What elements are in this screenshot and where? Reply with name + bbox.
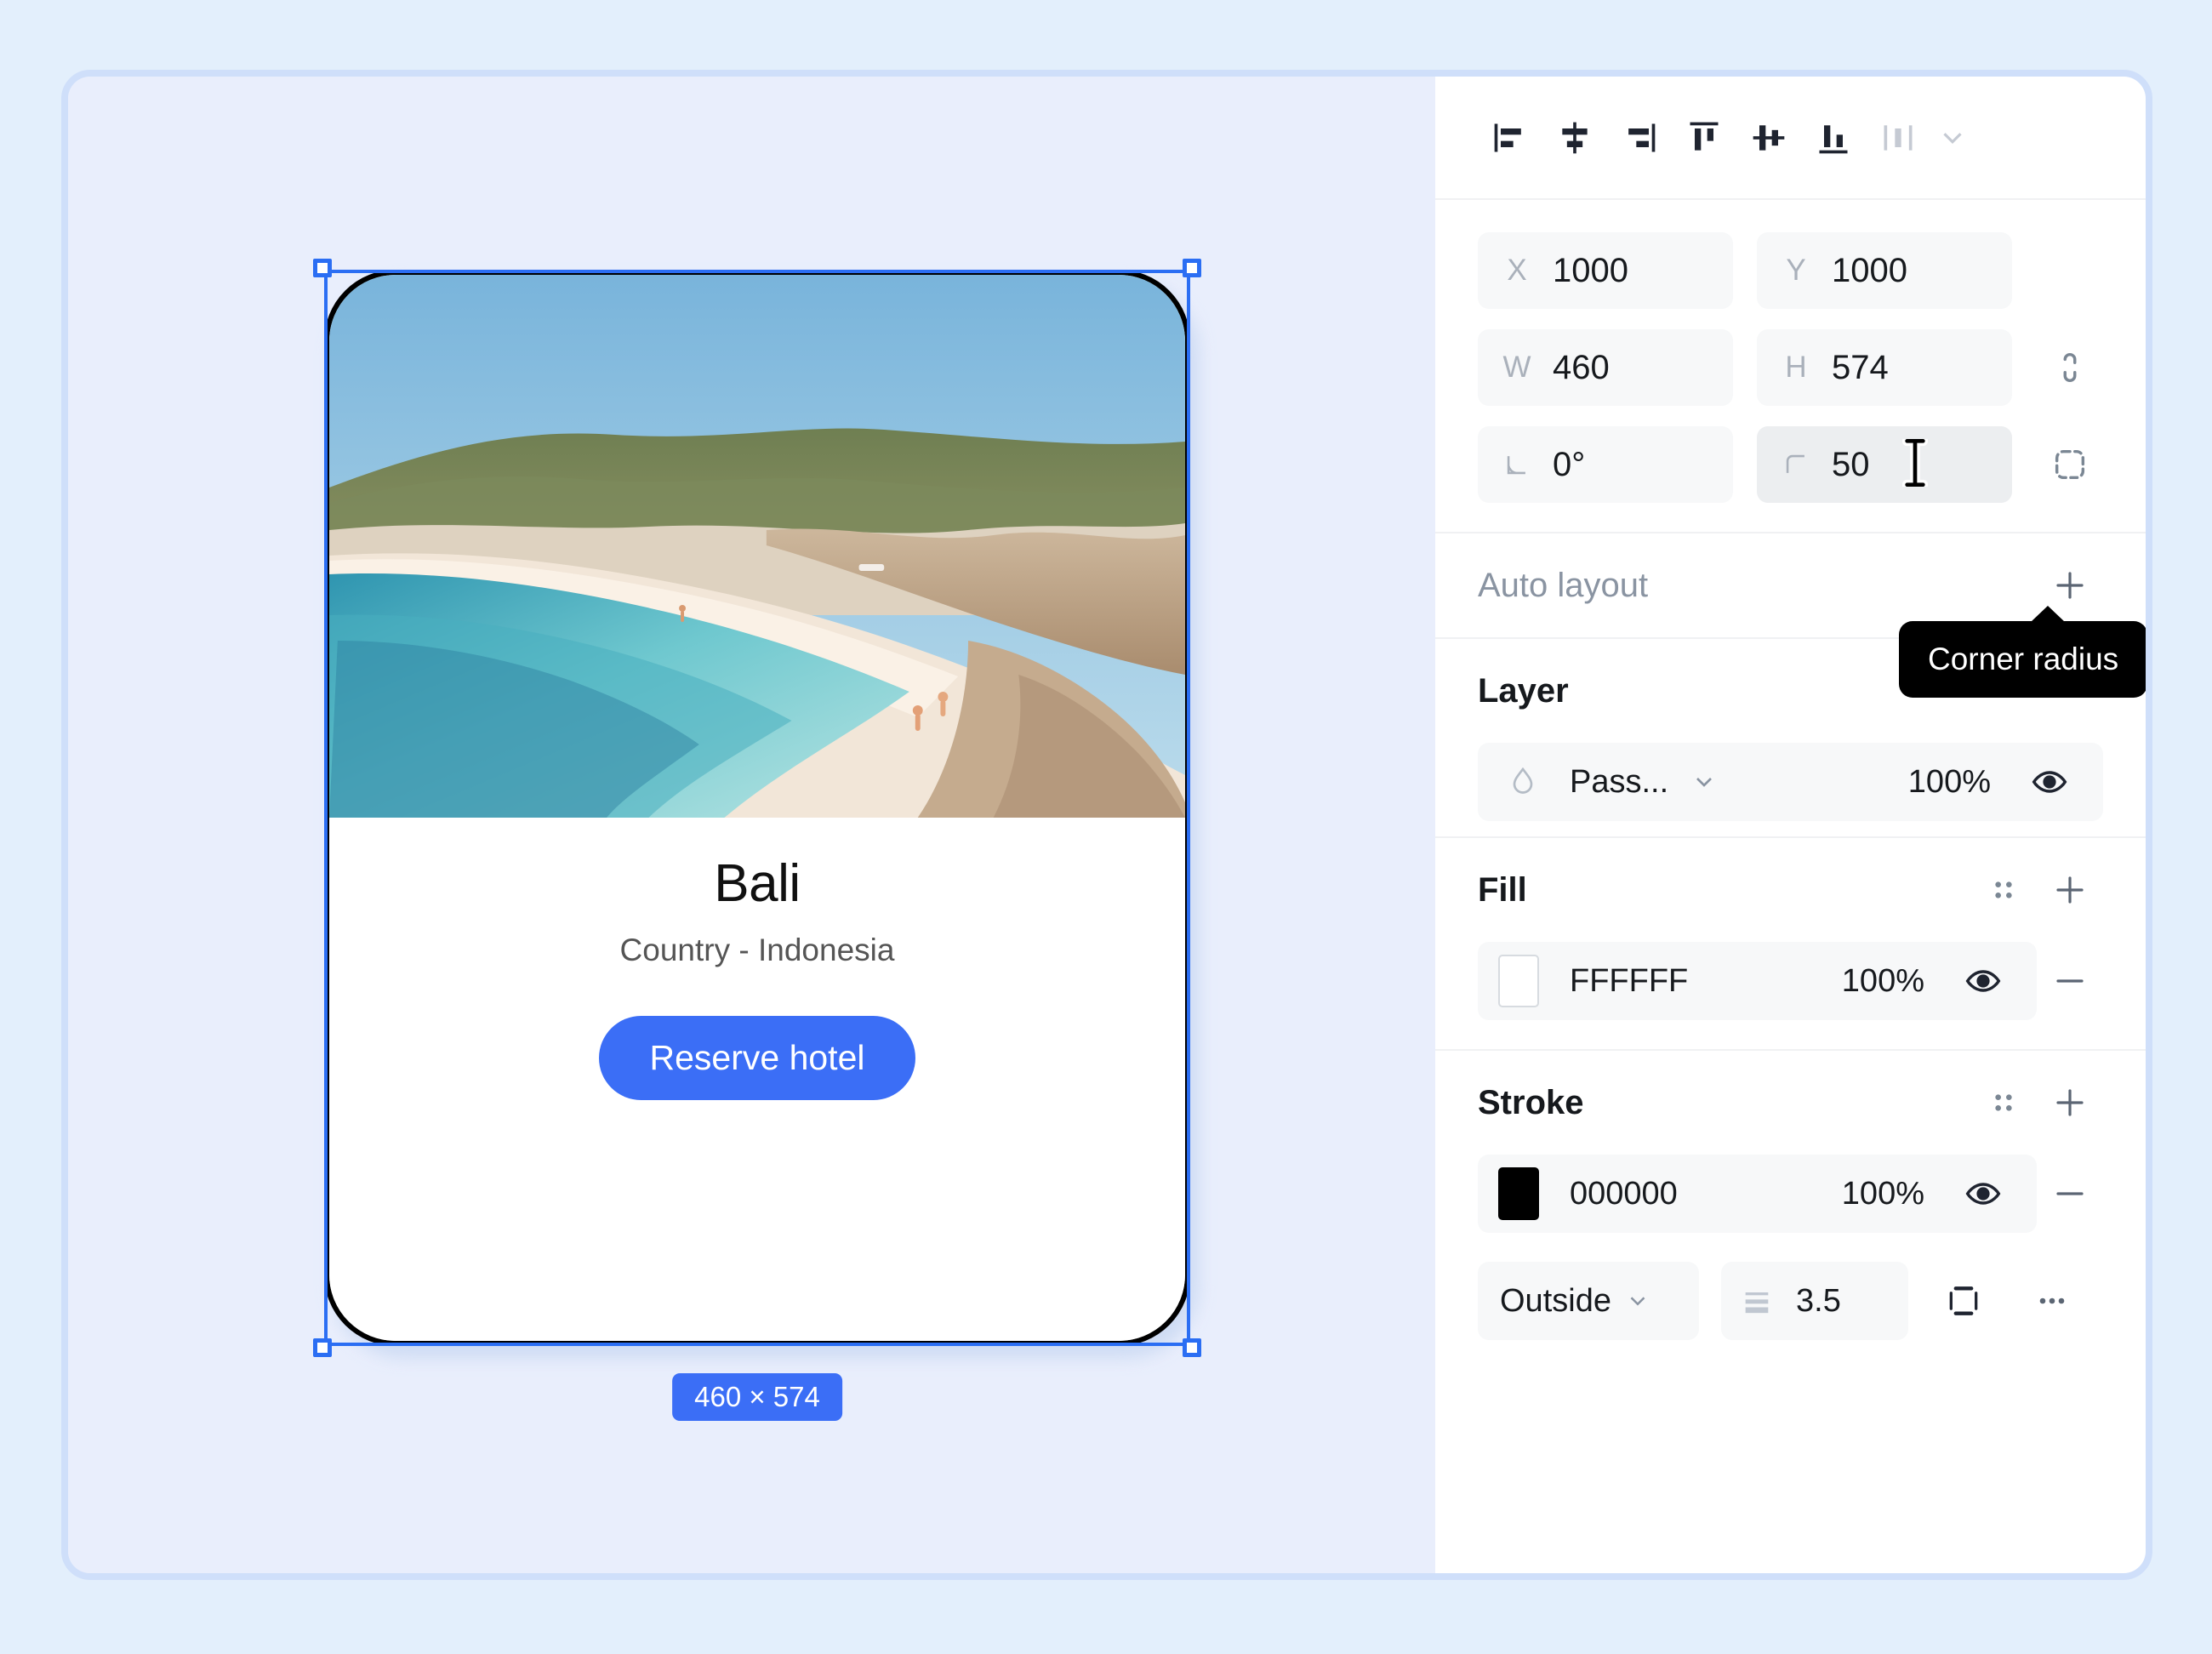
position-row: X 1000 Y 1000 [1478,232,2103,309]
reserve-hotel-button[interactable]: Reserve hotel [598,1016,916,1100]
beach-photo [329,275,1185,818]
stroke-visibility-eye-icon[interactable] [1950,1161,2016,1227]
align-bottom-icon[interactable] [1801,106,1866,170]
blend-mode-value[interactable]: Pass... [1570,764,1668,801]
card-subtitle: Country - Indonesia [619,933,895,967]
stroke-hex-value[interactable]: 000000 [1570,1176,1832,1212]
auto-layout-label: Auto layout [1478,566,1649,604]
text-cursor-icon [1901,436,1928,491]
width-value: 460 [1553,348,1610,386]
stroke-color-row[interactable]: 000000 100% [1478,1155,2037,1233]
fill-hex-value[interactable]: FFFFFF [1570,963,1832,1000]
corner-radius-tooltip: Corner radius [1899,606,2146,698]
align-vertical-center-icon[interactable] [1736,106,1801,170]
distribute-chevron-down-icon[interactable] [1930,106,1975,170]
add-stroke-button[interactable] [2037,1069,2103,1136]
fill-color-swatch[interactable] [1498,955,1539,1007]
destination-card[interactable]: Bali Country - Indonesia Reserve hotel [324,270,1190,1346]
alignment-toolbar [1435,77,2146,198]
dimension-fields: X 1000 Y 1000 W 460 H 574 0° 50 [1435,200,2146,503]
stroke-align-chevron-down-icon [1625,1288,1650,1314]
resize-handle-bottom-right[interactable] [1183,1338,1201,1357]
card-title: Bali [714,854,801,913]
y-position-input[interactable]: Y 1000 [1757,232,2012,309]
stroke-weight-input[interactable]: 3.5 [1721,1262,1908,1340]
fill-visibility-eye-icon[interactable] [1950,948,2016,1014]
width-input[interactable]: W 460 [1478,329,1733,406]
align-horizontal-center-icon[interactable] [1542,106,1607,170]
layer-blend-row: Pass... 100% [1478,743,2103,821]
fill-styles-grid-icon[interactable] [1970,857,2037,923]
x-axis-icon: X [1507,254,1527,287]
lock-aspect-ratio-icon[interactable] [2036,348,2103,387]
x-position-value: 1000 [1553,251,1628,289]
stroke-section-header: Stroke [1435,1051,2146,1155]
size-badge: 460 × 574 [672,1373,842,1421]
fill-title: Fill [1478,870,1527,909]
size-row: W 460 H 574 [1478,329,2103,406]
stroke-align-dropdown[interactable]: Outside [1478,1262,1699,1340]
blend-mode-droplet-icon [1498,765,1548,799]
stroke-weight-value: 3.5 [1796,1282,1841,1319]
corner-radius-icon [1779,450,1813,479]
width-icon: W [1502,351,1531,384]
independent-corners-icon[interactable] [2036,445,2103,484]
stroke-title: Stroke [1478,1083,1584,1121]
x-position-input[interactable]: X 1000 [1478,232,1733,309]
height-icon: H [1785,351,1807,384]
fill-section-header: Fill [1435,838,2146,942]
rotation-input[interactable]: 0° [1478,426,1733,503]
stroke-styles-grid-icon[interactable] [1970,1069,2037,1136]
properties-panel: X 1000 Y 1000 W 460 H 574 0° 50 Corner r… [1435,77,2146,1573]
stroke-controls-row: Outside 3.5 [1435,1262,2146,1340]
stroke-more-options-icon[interactable] [2019,1268,2085,1334]
design-canvas[interactable]: Bali Country - Indonesia Reserve hotel 4… [68,77,1435,1573]
resize-handle-top-left[interactable] [313,259,332,277]
fill-row: FFFFFF 100% [1435,942,2146,1049]
corner-radius-value: 50 [1832,445,1870,483]
stroke-weight-icon [1740,1284,1774,1318]
corner-radius-input[interactable]: 50 [1757,426,2012,503]
blend-mode-chevron-down-icon[interactable] [1690,768,1718,796]
resize-handle-bottom-left[interactable] [313,1338,332,1357]
y-position-value: 1000 [1832,251,1907,289]
rotation-radius-row: 0° 50 [1478,426,2103,503]
rotation-angle-icon [1500,450,1534,479]
rotation-value: 0° [1553,445,1586,483]
fill-opacity-value[interactable]: 100% [1842,963,1924,1000]
resize-handle-top-right[interactable] [1183,259,1201,277]
stroke-align-value: Outside [1500,1282,1611,1319]
card-body: Bali Country - Indonesia Reserve hotel [329,818,1185,1341]
layer-opacity-value[interactable]: 100% [1908,764,1991,801]
selected-card-wrapper[interactable]: Bali Country - Indonesia Reserve hotel 4… [313,259,1201,1421]
align-left-icon[interactable] [1478,106,1542,170]
individual-strokes-icon[interactable] [1930,1268,1997,1334]
stroke-color-swatch[interactable] [1498,1167,1539,1220]
align-top-icon[interactable] [1672,106,1736,170]
layer-visibility-eye-icon[interactable] [2016,749,2083,815]
height-input[interactable]: H 574 [1757,329,2012,406]
stroke-row: 000000 100% [1435,1155,2146,1258]
add-fill-button[interactable] [2037,857,2103,923]
remove-fill-button[interactable] [2037,948,2103,1014]
fill-color-row[interactable]: FFFFFF 100% [1478,942,2037,1020]
remove-stroke-button[interactable] [2037,1161,2103,1227]
app-frame: Bali Country - Indonesia Reserve hotel 4… [61,70,2152,1580]
distribute-icon[interactable] [1866,106,1930,170]
height-value: 574 [1832,348,1889,386]
stroke-opacity-value[interactable]: 100% [1842,1176,1924,1212]
align-right-icon[interactable] [1607,106,1672,170]
y-axis-icon: Y [1786,254,1806,287]
